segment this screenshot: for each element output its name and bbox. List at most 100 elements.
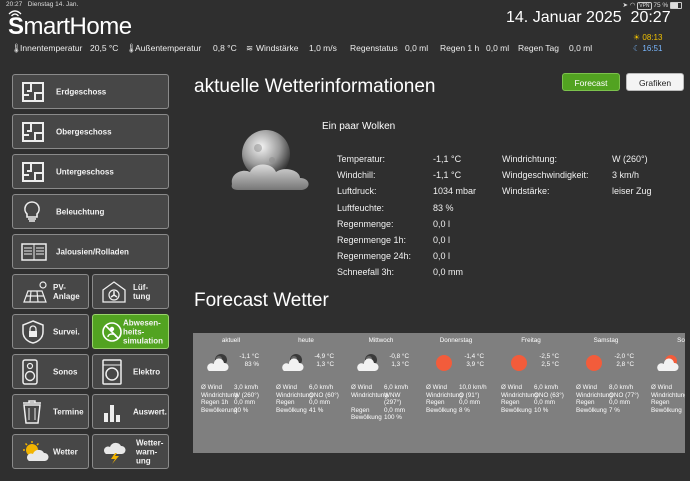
grafiken-button[interactable]: Grafiken [626, 73, 684, 91]
weather-label: Luftfeuchte: [337, 202, 385, 213]
forecast-temps: -4,9 °C 1,3 °C [308, 353, 334, 369]
forecast-value: ONO (77°) [609, 391, 639, 399]
forecast-temp-1: -4,9 °C [314, 353, 334, 360]
forecast-label: Regen 1h [201, 399, 229, 406]
nav-termine[interactable]: Termine [12, 394, 89, 429]
nav-erdgeschoss[interactable]: Erdgeschoss [12, 74, 169, 109]
battery-icon [670, 1, 682, 9]
forecast-value: 0,0 mm [459, 399, 480, 406]
forecast-day-name: So [677, 337, 685, 344]
sunset-time: 16:51 [642, 44, 663, 53]
forecast-label: Windrichtung [276, 391, 313, 399]
forecast-temp-1: -2,0 °C [614, 353, 634, 360]
forecast-button[interactable]: Forecast [562, 73, 620, 91]
nav-elektro[interactable]: Elektro [92, 354, 169, 389]
forecast-temps: -1,1 °C 83 % [233, 353, 259, 369]
cloud-night-icon [207, 354, 229, 371]
header-date: 14. Januar 2025 [506, 9, 622, 26]
nav-sonos[interactable]: Sonos [12, 354, 89, 389]
weather-value: 0,0 l [433, 251, 451, 262]
no-presence-icon [102, 321, 122, 342]
forecast-label: Windrichtung [351, 391, 388, 399]
cloud-night-icon [357, 354, 379, 371]
forecast-day-name: aktuell [221, 337, 241, 344]
forecast-temp-2: 3,9 °C [466, 361, 484, 368]
weather-value: W (260°) [612, 154, 648, 164]
weather-condition: Ein paar Wolken [322, 121, 396, 132]
nav-obergeschoss[interactable]: Obergeschoss [12, 114, 169, 149]
forecast-label: Bewölkung [651, 406, 682, 414]
weather-label: Luftdruck: [337, 186, 377, 197]
aussen-value: 0,8 °C [213, 43, 237, 53]
weather-value: 0,0 l [433, 218, 451, 229]
storm-warning-icon [103, 442, 126, 464]
forecast-labels: Ø Wind Windrichtung Regen Bewölkung [276, 384, 313, 414]
forecast-label: Ø Wind [576, 384, 597, 391]
forecast-day-name: Freitag [521, 337, 541, 344]
innen-label: Innentemperatur [20, 43, 83, 53]
forecast-label: Bewölkung [276, 406, 307, 414]
battery-text: 75 % [653, 2, 669, 9]
washing-machine-icon [102, 358, 122, 385]
forecast-label: Bewölkung [351, 414, 382, 421]
forecast-values: 6,0 km/h ONO (60°) 0,0 mm 41 % [309, 384, 339, 414]
forecast-value: 0,0 mm [384, 406, 405, 414]
forecast-label: Regen [426, 399, 445, 406]
weather-label: Regenmenge: [337, 218, 394, 229]
forecast-label: Regen [501, 399, 520, 406]
nav-wetter[interactable]: Wetter [12, 434, 89, 469]
forecast-icon-wrap [432, 353, 456, 375]
forecast-label: Ø Wind [426, 384, 447, 391]
nav-jalousien[interactable]: Jalousien/Rolladen [12, 234, 169, 269]
forecast-label: Bewölkung [426, 406, 457, 414]
forecast-label: Regen [276, 399, 295, 406]
forecast-value: WNW [384, 391, 401, 399]
page-title: aktuelle Wetterinformationen [194, 76, 436, 97]
forecast-day-name: Samstag [593, 337, 619, 344]
smarthome-logo: SmartHome [8, 13, 132, 40]
lightbulb-icon [24, 200, 40, 222]
nav-untergeschoss[interactable]: Untergeschoss [12, 154, 169, 189]
regenstatus-value: 0,0 ml [405, 43, 429, 53]
nav-pv-anlage[interactable]: PV- Anlage [12, 274, 89, 309]
regentag-value: 0,0 ml [569, 43, 593, 53]
forecast-value: 10 % [534, 406, 549, 414]
forecast-value: 6,0 km/h [534, 384, 559, 391]
sunrise-icon: ☀ [633, 33, 641, 42]
forecast-label: Ø Wind [276, 384, 297, 391]
forecast-label: Windrichtung [426, 391, 463, 399]
weather-value: leiser Zug [612, 186, 652, 197]
forecast-value: ONO (63°) [534, 391, 564, 399]
forecast-value: 100 % [384, 414, 402, 421]
forecast-title: Forecast Wetter [194, 290, 329, 311]
forecast-value: 8,0 km/h [609, 384, 634, 391]
forecast-label: Regen [351, 406, 370, 414]
weather-label: Windrichtung: [502, 154, 558, 164]
regentag-label: Regen Tag [518, 43, 559, 53]
nav-surveillance[interactable]: Survei. [12, 314, 89, 349]
forecast-label [351, 399, 388, 407]
moon-icon: ☾ [633, 44, 641, 53]
forecast-label: Ø Wind [501, 384, 522, 391]
forecast-labels: Ø Wind Windrichtung Regen Bewölkung [651, 384, 685, 414]
solar-panel-icon [23, 280, 47, 303]
status-time: 20:27 [6, 1, 23, 8]
blinds-icon [21, 242, 47, 261]
forecast-value: 6,0 km/h [384, 384, 409, 391]
forecast-temp-2: 1,3 °C [391, 361, 409, 368]
forecast-icon-wrap [282, 353, 306, 375]
forecast-day: aktuell -1,1 °C 83 % Ø Wind Windrichtung Rege… [193, 333, 269, 453]
nav-wetterwarnung[interactable]: Wetter-warn-ung [92, 434, 169, 469]
forecast-label: Bewölkung [576, 406, 607, 414]
nav-auswertung[interactable]: Auswert. [92, 394, 169, 429]
forecast-label: Ø Wind [351, 384, 372, 391]
forecast-label: Ø Wind [201, 384, 222, 391]
forecast-day-name: Mittwoch [368, 337, 394, 344]
nav-lueftung[interactable]: Lüf-tung [92, 274, 169, 309]
forecast-labels: Ø Wind Windrichtung Regen Bewölkung [426, 384, 463, 414]
nav-abwesenheitssimulation[interactable]: Abwesen-heits-simulation [92, 314, 169, 349]
regenstatus-label: Regenstatus [350, 43, 398, 53]
forecast-icon-wrap [582, 353, 606, 375]
nav-beleuchtung[interactable]: Beleuchtung [12, 194, 169, 229]
forecast-value: 10,0 km/h [459, 384, 487, 391]
